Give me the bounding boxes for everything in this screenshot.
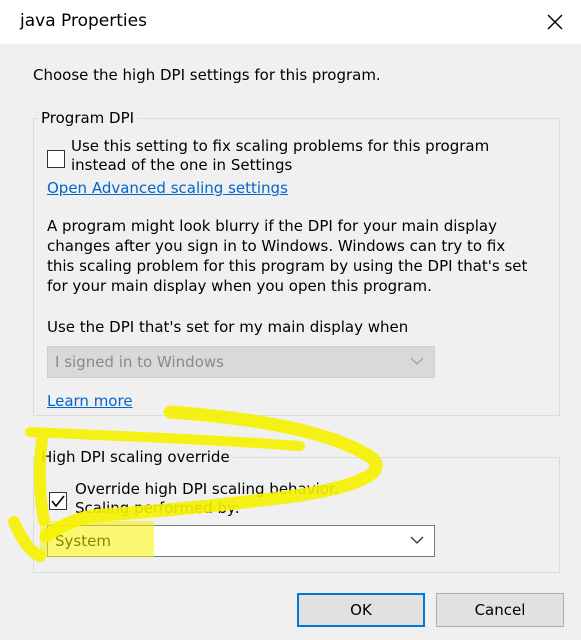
scaling-performed-by-value: System <box>55 532 111 550</box>
program-dpi-group: Program DPI Use this setting to fix scal… <box>33 109 560 416</box>
learn-more-link[interactable]: Learn more <box>47 392 133 410</box>
title-bar: java Properties <box>0 0 581 44</box>
override-checkbox[interactable] <box>49 492 67 510</box>
program-dpi-description: A program might look blurry if the DPI f… <box>47 217 528 295</box>
override-group: High DPI scaling override Override high … <box>33 448 560 573</box>
cancel-button[interactable]: Cancel <box>436 593 564 627</box>
checkmark-icon <box>51 495 65 508</box>
close-icon <box>547 14 563 30</box>
override-checkbox-label: Override high DPI scaling behavior. Scal… <box>75 480 339 517</box>
chevron-down-icon <box>410 357 424 365</box>
scaling-performed-by-dropdown[interactable]: System <box>47 525 435 557</box>
window-title: java Properties <box>20 11 147 31</box>
program-dpi-legend: Program DPI <box>38 109 138 127</box>
dpi-timing-dropdown[interactable]: I signed in to Windows <box>47 346 435 378</box>
ok-button[interactable]: OK <box>297 593 425 627</box>
program-dpi-checkbox[interactable] <box>47 150 65 168</box>
close-button[interactable] <box>535 2 575 42</box>
dialog-content: Choose the high DPI settings for this pr… <box>0 44 581 640</box>
override-legend: High DPI scaling override <box>38 448 233 466</box>
dropdown-label: Use the DPI that's set for my main displ… <box>47 318 409 336</box>
program-dpi-checkbox-label: Use this setting to fix scaling problems… <box>71 137 490 174</box>
intro-text: Choose the high DPI settings for this pr… <box>33 66 381 84</box>
open-advanced-scaling-link[interactable]: Open Advanced scaling settings <box>47 179 288 197</box>
dpi-timing-value: I signed in to Windows <box>55 353 224 371</box>
chevron-down-icon <box>410 536 424 544</box>
